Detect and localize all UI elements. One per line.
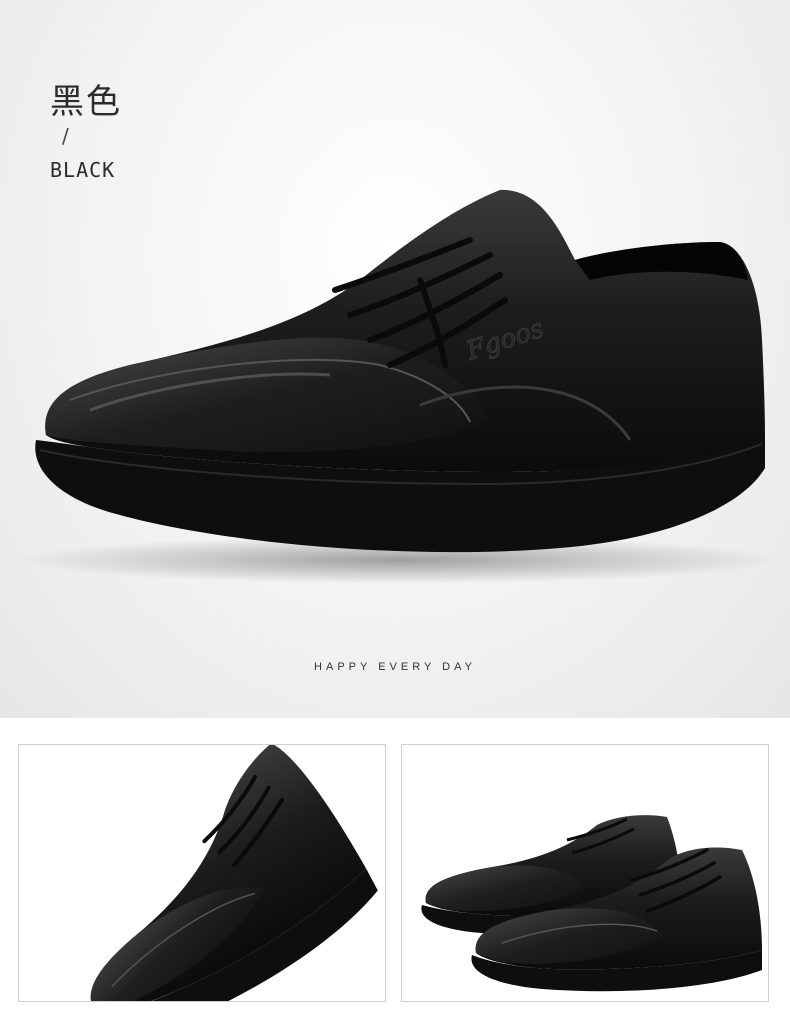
hero-shoe-image: Fgoos	[20, 189, 780, 584]
color-name-chinese: 黑色	[50, 82, 122, 122]
thumbnail-side-view	[18, 744, 386, 1002]
title-separator: /	[62, 124, 69, 148]
tagline: HAPPY EVERY DAY	[314, 661, 476, 673]
thumbnail-pair-view	[401, 744, 769, 1002]
thumbnail-shoe-pair	[421, 815, 762, 992]
thumbnail-shoe-side	[90, 745, 378, 1001]
hero-banner: 黑色 / BLACK Fgoos HAPPY EVERY DAY	[0, 0, 790, 718]
